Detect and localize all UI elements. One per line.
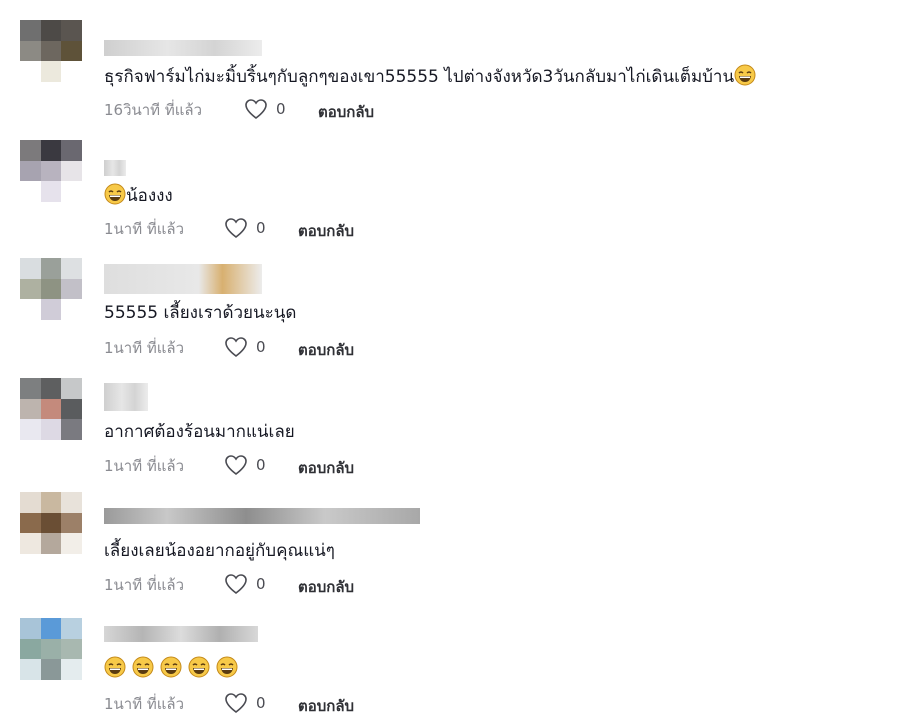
heart-icon [225, 337, 247, 358]
grinning-sweat-emoji-icon [104, 183, 126, 205]
comment-time: 1นาที ที่แล้ว [104, 457, 185, 475]
like-count: 0 [256, 456, 266, 474]
like-count: 0 [256, 694, 266, 712]
grinning-sweat-emoji-icon [216, 656, 238, 678]
avatar[interactable] [20, 618, 82, 680]
avatar[interactable] [20, 140, 82, 202]
comment-time: 1นาที ที่แล้ว [104, 576, 185, 594]
heart-icon [225, 455, 247, 476]
reply-button[interactable]: ตอบกลับ [298, 338, 354, 362]
heart-icon [225, 218, 247, 239]
comment-meta: 16วินาที ที่แล้ว [104, 98, 202, 122]
comment-text: 55555 เลี้ยงเราด้วยนะนุด [104, 303, 297, 323]
comment-meta: 1นาที ที่แล้ว [104, 692, 184, 716]
username-blurred[interactable] [104, 626, 258, 642]
grinning-sweat-emoji-icon [188, 656, 210, 678]
comment-time: 1นาที ที่แล้ว [104, 220, 185, 238]
like-count: 0 [256, 575, 266, 593]
comment-time: 16วินาที ที่แล้ว [104, 101, 203, 119]
like-count: 0 [256, 338, 266, 356]
grinning-sweat-emoji-icon [132, 656, 154, 678]
comment-meta: 1นาที ที่แล้ว [104, 336, 184, 360]
like-button[interactable]: 0 [224, 336, 266, 358]
heart-icon [225, 693, 247, 714]
reply-button[interactable]: ตอบกลับ [298, 456, 354, 480]
comment-text: น้องงง [104, 183, 173, 207]
username-blurred[interactable] [104, 264, 262, 294]
like-button[interactable]: 0 [244, 98, 286, 120]
comment-text: ธุรกิจฟาร์มไก่มะมิ้บริ้นๆกับลูกๆของเขา55… [104, 64, 756, 88]
reply-button[interactable]: ตอบกลับ [318, 100, 374, 124]
comment-meta: 1นาที ที่แล้ว [104, 217, 184, 241]
comment-meta: 1นาที ที่แล้ว [104, 573, 184, 597]
like-button[interactable]: 0 [224, 217, 266, 239]
grinning-sweat-emoji-icon [160, 656, 182, 678]
reply-button[interactable]: ตอบกลับ [298, 575, 354, 599]
username-blurred[interactable] [104, 40, 262, 56]
comment-time: 1นาที ที่แล้ว [104, 695, 185, 713]
username-blurred[interactable] [104, 508, 420, 524]
avatar[interactable] [20, 20, 82, 82]
comment-text: อากาศต้องร้อนมากแน่เลย [104, 422, 295, 442]
comment-meta: 1นาที ที่แล้ว [104, 454, 184, 478]
comment-time: 1นาที ที่แล้ว [104, 339, 185, 357]
grinning-sweat-emoji-icon [734, 64, 756, 86]
like-button[interactable]: 0 [224, 573, 266, 595]
like-count: 0 [256, 219, 266, 237]
avatar[interactable] [20, 258, 82, 320]
reply-button[interactable]: ตอบกลับ [298, 694, 354, 718]
comment-text [104, 656, 238, 680]
username-blurred[interactable] [104, 160, 126, 176]
like-count: 0 [276, 100, 286, 118]
like-button[interactable]: 0 [224, 692, 266, 714]
like-button[interactable]: 0 [224, 454, 266, 476]
comment-text: เลี้ยงเลยน้องอยากอยู่กับคุณแน่ๆ [104, 541, 335, 561]
reply-button[interactable]: ตอบกลับ [298, 219, 354, 243]
avatar[interactable] [20, 492, 82, 554]
heart-icon [225, 574, 247, 595]
avatar[interactable] [20, 378, 82, 440]
username-blurred[interactable] [104, 383, 148, 411]
heart-icon [245, 99, 267, 120]
grinning-sweat-emoji-icon [104, 656, 126, 678]
